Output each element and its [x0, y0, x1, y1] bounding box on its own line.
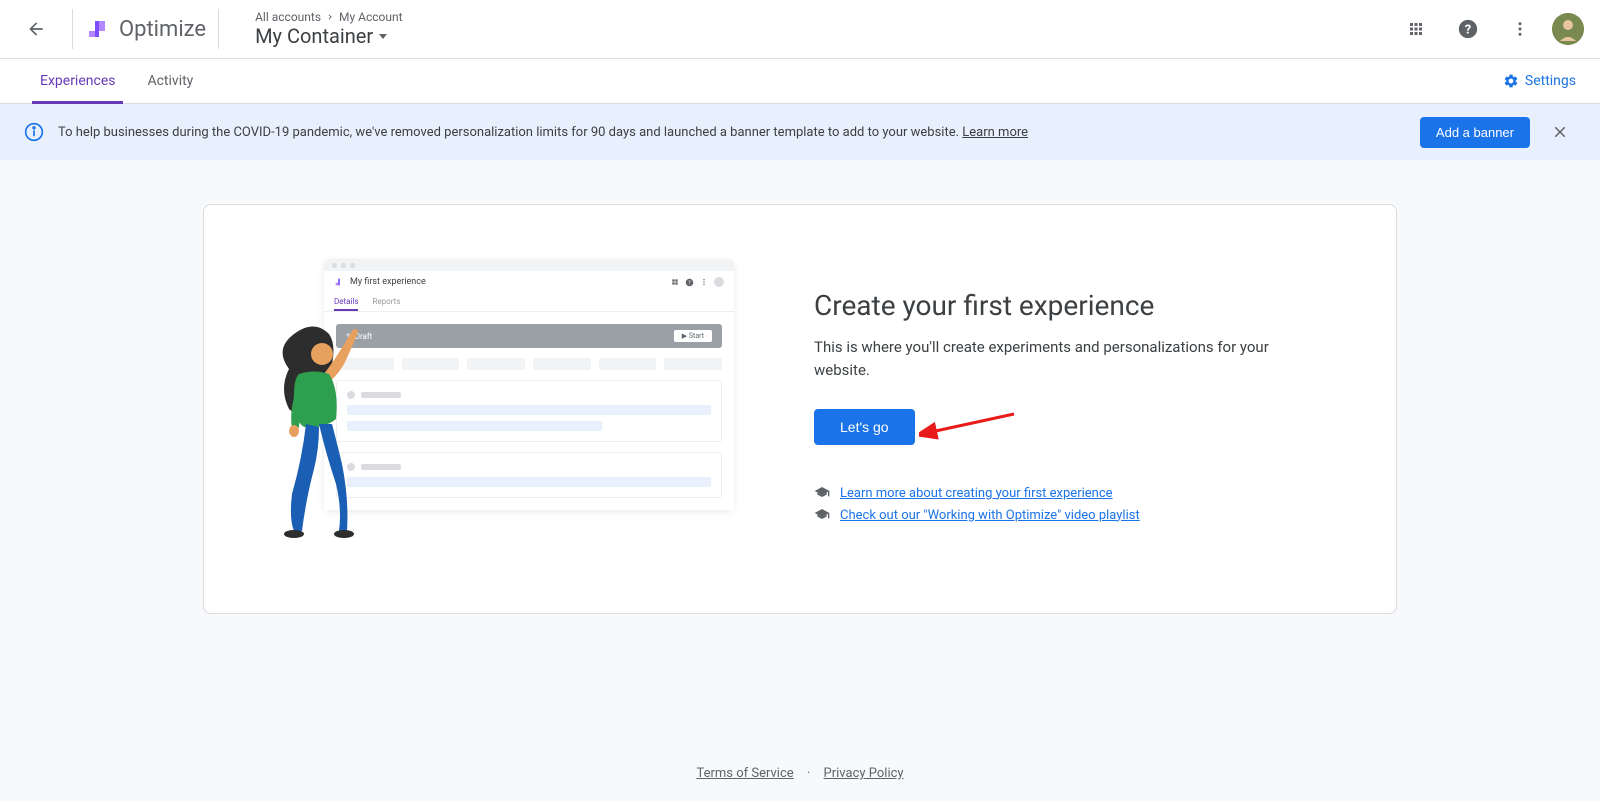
- add-banner-button[interactable]: Add a banner: [1420, 117, 1530, 148]
- breadcrumb: All accounts My Account: [255, 10, 402, 24]
- more-icon[interactable]: [1500, 9, 1540, 49]
- onboarding-card: My first experience ? Details Reports ✎ …: [203, 204, 1397, 614]
- banner-text: To help businesses during the COVID-19 p…: [58, 125, 1406, 140]
- apps-icon[interactable]: [1396, 9, 1436, 49]
- footer: Terms of Service · Privacy Policy: [0, 766, 1600, 781]
- settings-link[interactable]: Settings: [1503, 73, 1576, 89]
- breadcrumb-account[interactable]: My Account: [339, 10, 403, 24]
- tab-experiences[interactable]: Experiences: [24, 59, 131, 104]
- lets-go-button[interactable]: Let's go: [814, 409, 915, 445]
- info-banner: To help businesses during the COVID-19 p…: [0, 104, 1600, 160]
- main-content: My first experience ? Details Reports ✎ …: [0, 160, 1600, 658]
- tab-activity[interactable]: Activity: [131, 59, 209, 104]
- divider: [218, 9, 219, 49]
- chevron-right-icon: [325, 12, 335, 22]
- privacy-link[interactable]: Privacy Policy: [824, 766, 904, 781]
- container-name: My Container: [255, 24, 373, 48]
- dropdown-arrow-icon: [379, 34, 387, 39]
- user-avatar[interactable]: [1552, 13, 1584, 45]
- tabs-bar: Experiences Activity Settings: [0, 59, 1600, 104]
- back-button[interactable]: [16, 9, 56, 49]
- close-icon: [1551, 123, 1569, 141]
- divider: [72, 9, 73, 49]
- illustration: My first experience ? Details Reports ✎ …: [264, 259, 744, 559]
- card-title: Create your first experience: [814, 289, 1306, 322]
- svg-text:?: ?: [1465, 23, 1471, 38]
- learn-more-link[interactable]: Learn more about creating your first exp…: [840, 486, 1113, 501]
- person-illustration: [264, 319, 374, 544]
- card-description: This is where you'll create experiments …: [814, 336, 1306, 381]
- optimize-logo-icon: [85, 17, 109, 41]
- header: Optimize All accounts My Account My Cont…: [0, 0, 1600, 59]
- close-banner-button[interactable]: [1544, 116, 1576, 148]
- graduation-icon: [814, 507, 830, 523]
- logo: Optimize: [85, 17, 206, 42]
- graduation-icon: [814, 485, 830, 501]
- help-icon[interactable]: ?: [1448, 9, 1488, 49]
- video-playlist-link[interactable]: Check out our "Working with Optimize" vi…: [840, 508, 1140, 523]
- breadcrumb-all[interactable]: All accounts: [255, 10, 321, 24]
- banner-learn-more-link[interactable]: Learn more: [962, 125, 1028, 140]
- container-selector[interactable]: All accounts My Account My Container: [255, 10, 402, 48]
- logo-text: Optimize: [119, 17, 206, 42]
- gear-icon: [1503, 73, 1519, 89]
- info-icon: [24, 122, 44, 142]
- arrow-annotation: [919, 412, 1019, 442]
- terms-link[interactable]: Terms of Service: [696, 766, 793, 781]
